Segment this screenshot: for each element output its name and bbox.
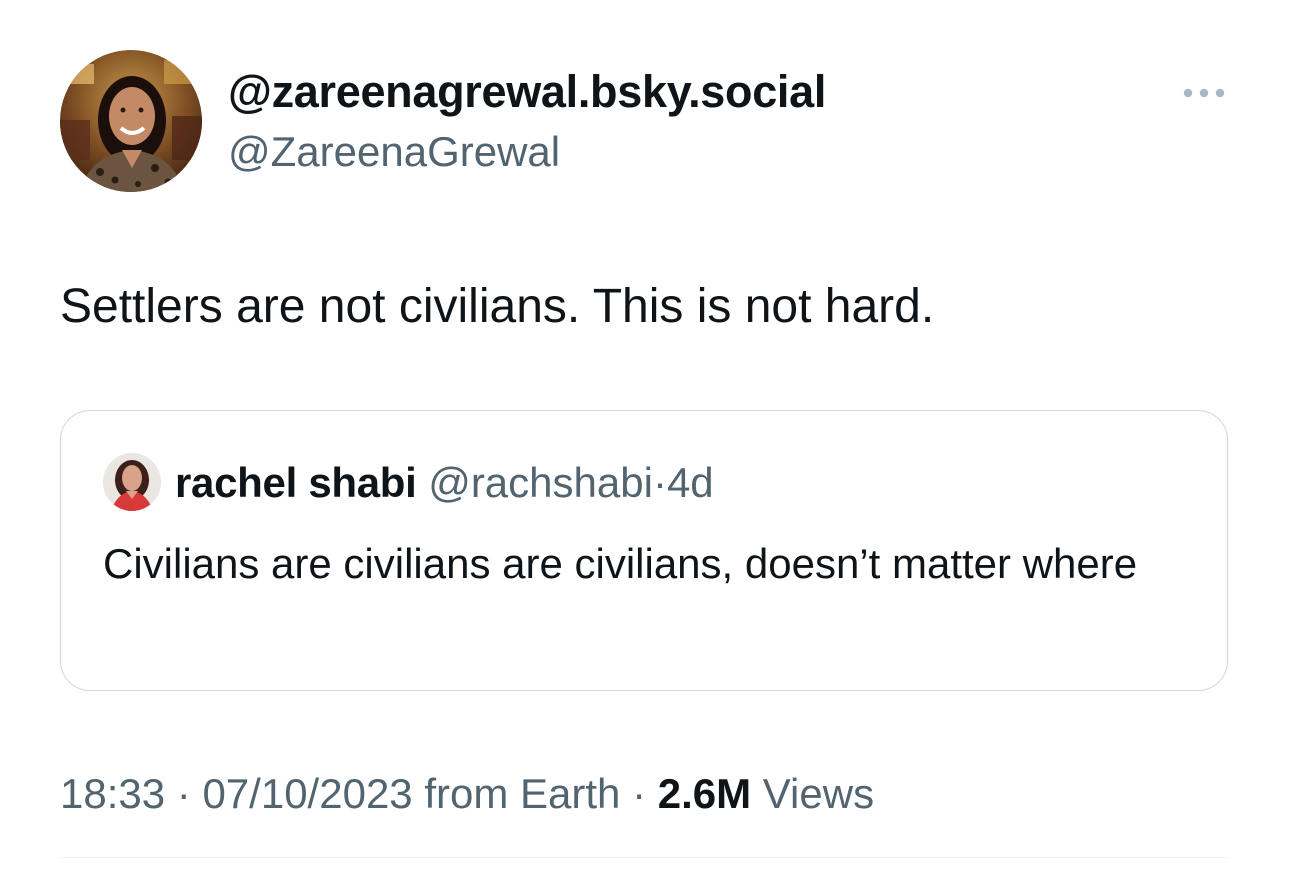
separator-dot: ·	[652, 459, 667, 506]
tweet-date[interactable]: 07/10/2023	[202, 770, 412, 817]
quoted-author-handle[interactable]: @rachshabi	[428, 459, 653, 506]
separator-dot: ·	[176, 770, 191, 817]
quoted-author-name[interactable]: rachel shabi	[175, 459, 417, 506]
tweet-meta: 18:33 · 07/10/2023 from Earth · 2.6M Vie…	[60, 770, 874, 818]
author-display-name[interactable]: @zareenagrewal.bsky.social	[228, 66, 826, 118]
author-handle[interactable]: @ZareenaGrewal	[228, 128, 560, 176]
views-count[interactable]: 2.6M	[658, 770, 751, 817]
divider	[60, 857, 1228, 858]
more-horizontal-icon[interactable]	[1180, 84, 1228, 102]
tweet-text: Settlers are not civilians. This is not …	[60, 280, 935, 333]
quoted-tweet-age[interactable]: 4d	[667, 459, 714, 506]
tweet-source: from Earth	[424, 770, 621, 817]
tweet-time[interactable]: 18:33	[60, 770, 165, 817]
quoted-tweet-card[interactable]: rachel shabi @rachshabi·4d Civilians are…	[60, 410, 1228, 691]
quoted-tweet-text: Civilians are civilians are civilians, d…	[103, 540, 1138, 587]
author-avatar[interactable]	[60, 50, 202, 192]
views-label[interactable]: Views	[763, 770, 874, 817]
separator-dot: ·	[632, 770, 647, 817]
quoted-tweet-header: rachel shabi @rachshabi·4d	[175, 459, 714, 507]
quoted-author-avatar[interactable]	[103, 453, 161, 511]
